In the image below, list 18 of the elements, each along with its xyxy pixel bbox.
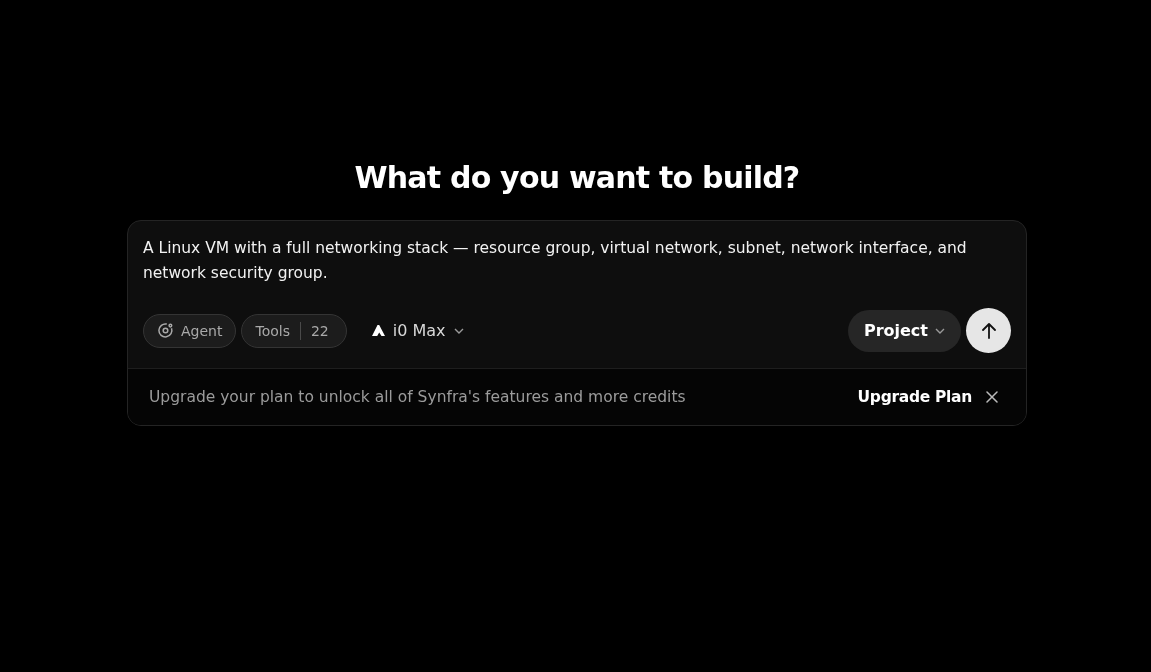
page-heading: What do you want to build? <box>354 159 800 197</box>
tools-button[interactable]: Tools 22 <box>241 313 347 348</box>
upgrade-message: Upgrade your plan to unlock all of Synfra's features and more credits <box>149 388 686 406</box>
project-button[interactable]: Project <box>847 309 961 352</box>
triangle-logo-icon <box>371 325 385 336</box>
tools-label: Tools <box>255 322 290 339</box>
orbit-icon <box>157 322 174 339</box>
upgrade-plan-button[interactable]: Upgrade Plan <box>857 388 972 406</box>
agent-mode-button[interactable]: Agent <box>143 313 237 348</box>
close-icon <box>986 391 998 403</box>
model-selector[interactable]: i0 Max <box>365 313 470 348</box>
send-button[interactable] <box>966 308 1011 353</box>
chevron-down-icon <box>453 327 464 334</box>
tools-count: 22 <box>310 322 329 339</box>
close-button[interactable] <box>986 391 998 403</box>
arrow-up-icon <box>981 322 996 339</box>
prompt-field[interactable]: A Linux VM with a full networking stack — resource group, virtual network, subnet, network interface, and network security group. <box>143 236 1011 286</box>
chevron-down-icon <box>935 327 945 334</box>
